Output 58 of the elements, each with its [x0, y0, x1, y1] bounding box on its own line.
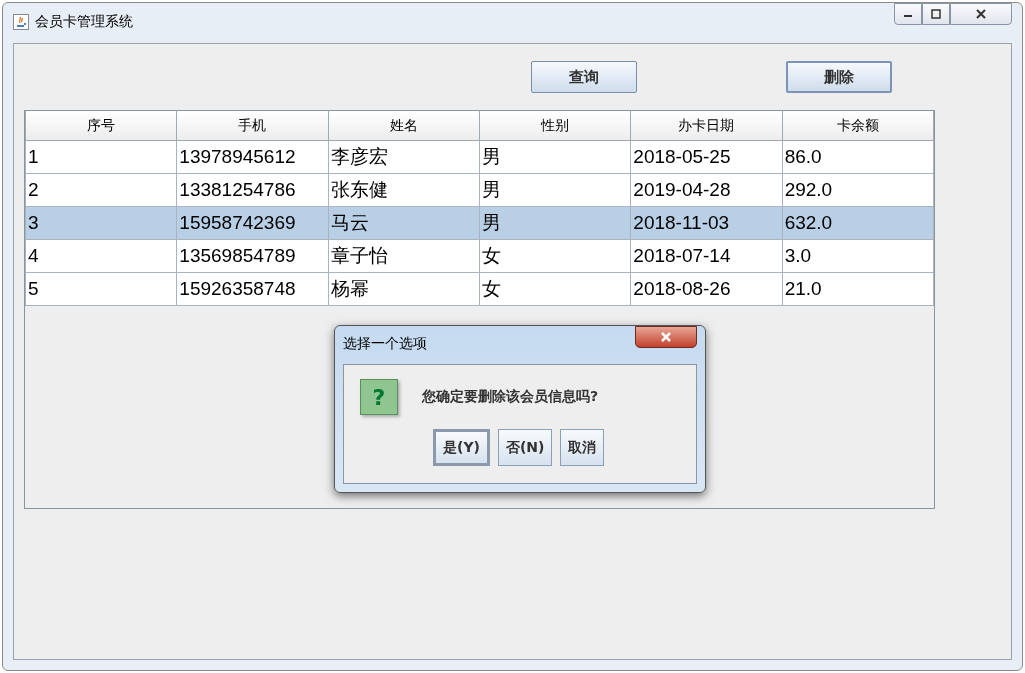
column-header[interactable]: 办卡日期 — [630, 111, 783, 141]
table-cell: 13381254786 — [176, 173, 329, 207]
table-cell: 292.0 — [782, 173, 934, 207]
column-header[interactable]: 序号 — [25, 111, 177, 141]
table-row[interactable]: 3 15958742369 马云 男 2018-11-03 632.0 — [25, 206, 934, 240]
table-cell: 86.0 — [782, 140, 934, 174]
table-cell: 2018-07-14 — [630, 239, 783, 273]
table-cell: 男 — [479, 140, 631, 174]
maximize-button[interactable] — [922, 3, 950, 25]
table-cell: 3.0 — [782, 239, 934, 273]
table-row[interactable]: 2 13381254786 张东健 男 2019-04-28 292.0 — [25, 173, 934, 207]
table-cell: 2018-08-26 — [630, 272, 783, 306]
dialog-button[interactable]: 取消 — [560, 429, 605, 466]
dialog-button[interactable]: 否(N) — [497, 429, 553, 466]
table-cell: 2 — [25, 173, 177, 207]
column-header[interactable]: 姓名 — [328, 111, 480, 141]
maximize-icon — [931, 9, 941, 19]
table-cell: 2019-04-28 — [630, 173, 783, 207]
table-cell: 5 — [25, 272, 177, 306]
table-row[interactable]: 1 13978945612 李彦宏 男 2018-05-25 86.0 — [25, 140, 934, 174]
table-cell: 李彦宏 — [328, 140, 480, 174]
table-cell: 13569854789 — [176, 239, 329, 273]
close-icon — [975, 9, 987, 19]
minimize-button[interactable] — [894, 3, 922, 25]
table-cell: 张东健 — [328, 173, 480, 207]
table-cell: 男 — [479, 206, 631, 240]
java-cup-icon — [13, 14, 29, 30]
table-cell: 632.0 — [782, 206, 934, 240]
table-cell: 2018-05-25 — [630, 140, 783, 174]
column-header[interactable]: 卡余额 — [782, 111, 934, 141]
table-cell: 4 — [25, 239, 177, 273]
dialog-button[interactable]: 是(Y) — [433, 429, 490, 466]
table-cell: 男 — [479, 173, 631, 207]
table-cell: 21.0 — [782, 272, 934, 306]
table-cell: 章子怡 — [328, 239, 480, 273]
toolbar-button[interactable]: 查询 — [531, 61, 637, 93]
close-button[interactable] — [635, 326, 697, 348]
table-row[interactable]: 4 13569854789 章子怡 女 2018-07-14 3.0 — [25, 239, 934, 273]
dialog-message: 您确定要删除该会员信息吗? — [422, 388, 599, 406]
table-cell: 2018-11-03 — [630, 206, 783, 240]
column-header[interactable]: 手机 — [176, 111, 329, 141]
question-icon: ? — [360, 379, 398, 415]
toolbar-button[interactable]: 删除 — [786, 61, 892, 93]
column-header[interactable]: 性别 — [479, 111, 631, 141]
table-cell: 15958742369 — [176, 206, 329, 240]
table-cell: 杨幂 — [328, 272, 480, 306]
window-title: 会员卡管理系统 — [35, 13, 133, 31]
table-cell: 15926358748 — [176, 272, 329, 306]
table-cell: 马云 — [328, 206, 480, 240]
table-cell: 女 — [479, 239, 631, 273]
table-cell: 3 — [25, 206, 177, 240]
table-cell: 1 — [25, 140, 177, 174]
close-button[interactable] — [950, 3, 1012, 25]
table-cell: 13978945612 — [176, 140, 329, 174]
close-icon — [659, 332, 673, 342]
dialog-title: 选择一个选项 — [342, 334, 428, 353]
table-row[interactable]: 5 15926358748 杨幂 女 2018-08-26 21.0 — [25, 272, 934, 306]
table-cell: 女 — [479, 272, 631, 306]
